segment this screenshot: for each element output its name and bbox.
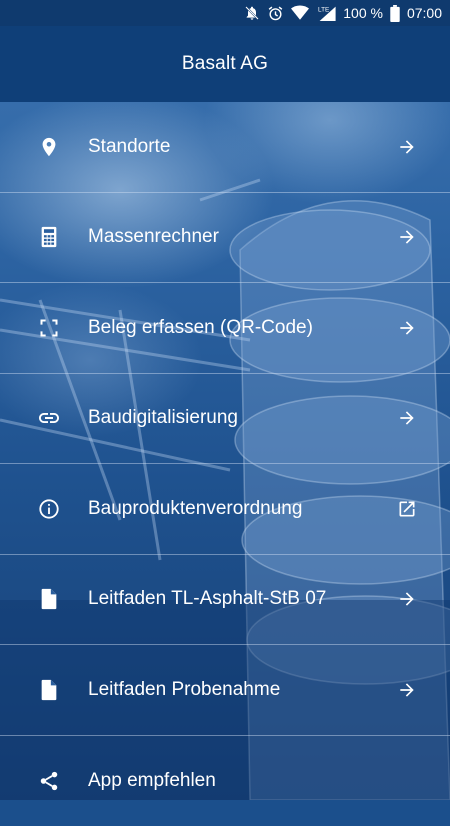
svg-text:LTE: LTE [318, 6, 329, 13]
menu-item-label: Baudigitalisierung [88, 407, 238, 429]
menu-item-label: Leitfaden TL-Asphalt-StB 07 [88, 588, 326, 610]
mute-notifications-icon [244, 5, 260, 21]
wifi-icon [291, 5, 309, 21]
app-bar: Basalt AG [0, 26, 450, 102]
cellular-signal-icon: LTE [316, 5, 336, 21]
battery-percent: 100 % [343, 5, 383, 21]
menu-item-label: Beleg erfassen (QR-Code) [88, 317, 313, 339]
arrow-right-icon [396, 317, 418, 339]
app-title: Basalt AG [182, 53, 268, 75]
link-icon [37, 406, 61, 430]
status-bar: LTE 100 % 07:00 [0, 0, 450, 26]
arrow-right-icon [396, 226, 418, 248]
menu-item-baudigitalisierung[interactable]: Baudigitalisierung [0, 374, 450, 465]
battery-icon [390, 5, 400, 22]
menu-item-label: Leitfaden Probenahme [88, 679, 280, 701]
arrow-right-icon [396, 588, 418, 610]
arrow-right-icon [396, 407, 418, 429]
menu-item-bauproduktenverordnung[interactable]: Bauproduktenverordnung [0, 464, 450, 555]
menu-item-app-empfehlen[interactable]: App empfehlen [0, 736, 450, 826]
menu-item-label: Standorte [88, 136, 170, 158]
share-icon [37, 769, 61, 793]
menu-item-label: Massenrechner [88, 226, 219, 248]
menu-item-label: Bauproduktenverordnung [88, 498, 302, 520]
scan-frame-icon [37, 316, 61, 340]
alarm-icon [267, 5, 284, 22]
menu-item-beleg-erfassen[interactable]: Beleg erfassen (QR-Code) [0, 283, 450, 374]
open-external-icon [396, 498, 418, 520]
document-icon [37, 587, 61, 611]
location-pin-icon [37, 135, 61, 159]
menu-item-leitfaden-probenahme[interactable]: Leitfaden Probenahme [0, 645, 450, 736]
menu-item-label: App empfehlen [88, 770, 216, 792]
menu-item-massenrechner[interactable]: Massenrechner [0, 193, 450, 284]
arrow-right-icon [396, 679, 418, 701]
menu-item-leitfaden-tl-asphalt[interactable]: Leitfaden TL-Asphalt-StB 07 [0, 555, 450, 646]
calculator-icon [37, 225, 61, 249]
info-icon [37, 497, 61, 521]
document-icon [37, 678, 61, 702]
clock: 07:00 [407, 5, 442, 21]
menu-item-standorte[interactable]: Standorte [0, 102, 450, 193]
main-menu: Standorte Massenrechner Beleg erfassen (… [0, 102, 450, 826]
arrow-right-icon [396, 136, 418, 158]
